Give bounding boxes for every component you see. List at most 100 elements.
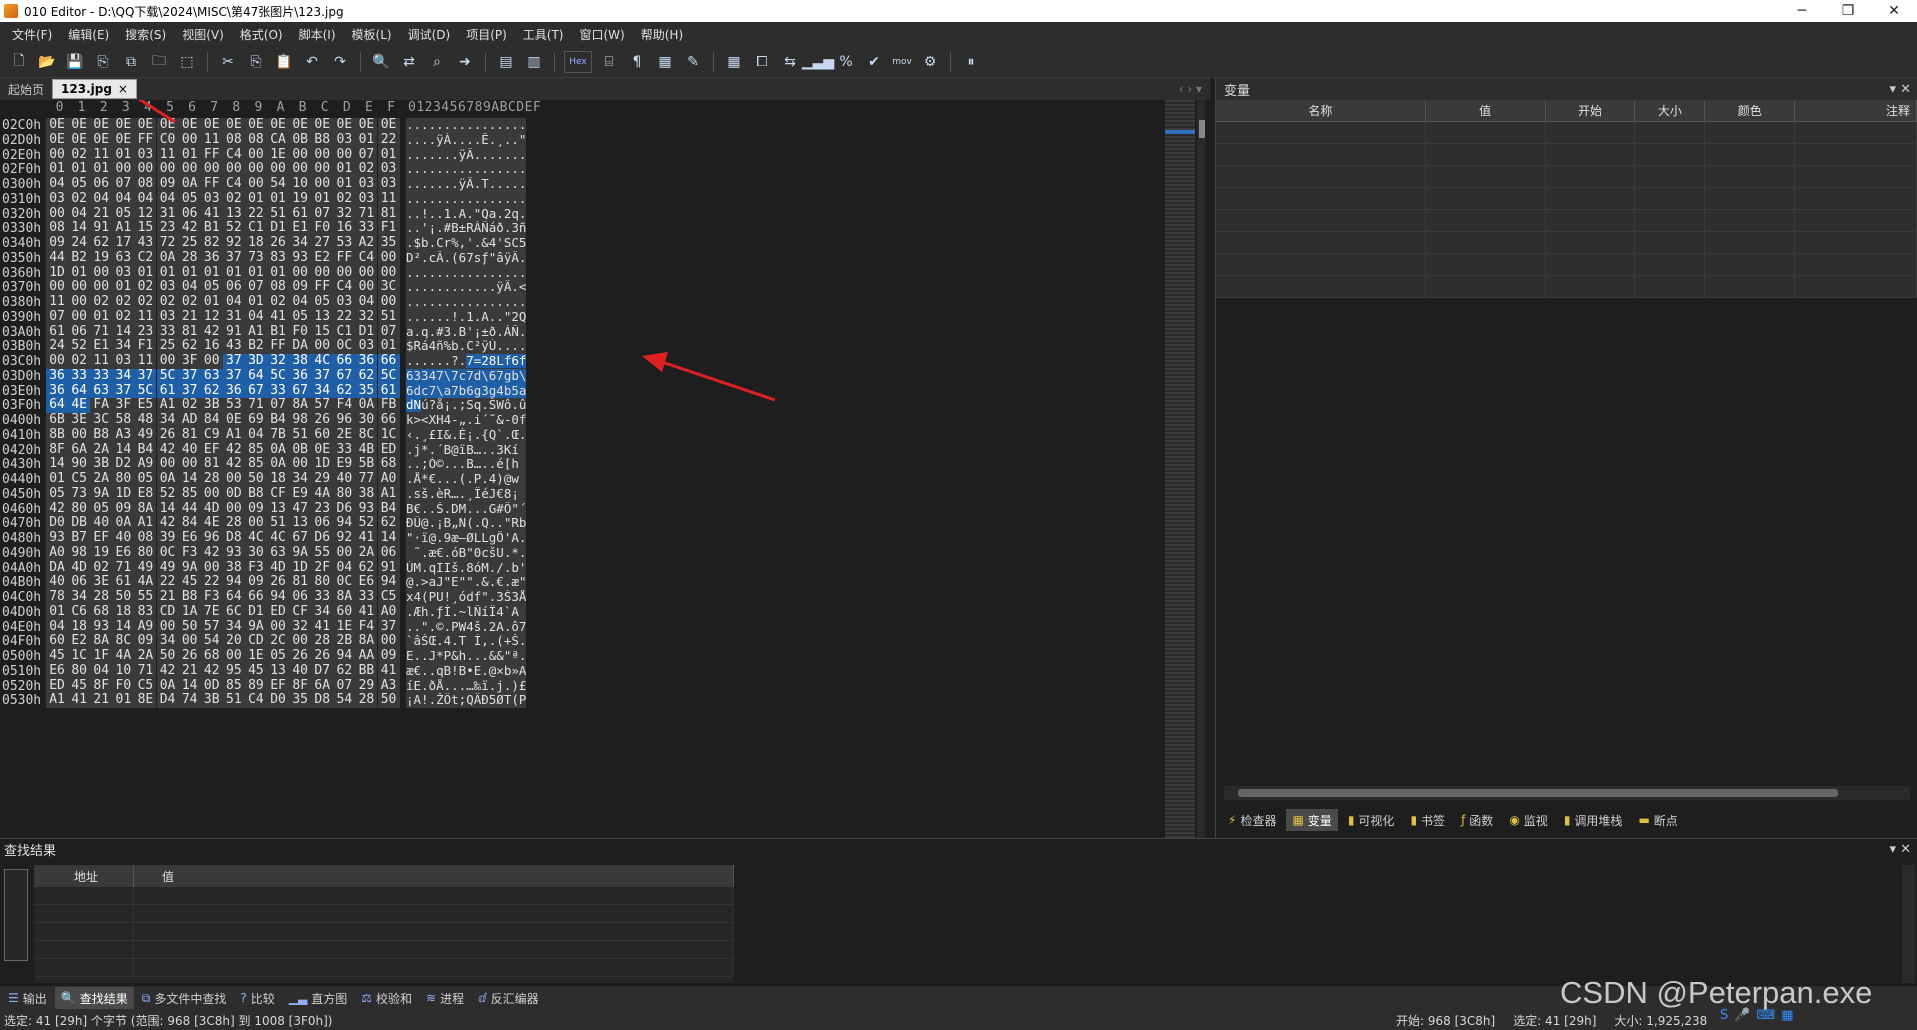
hex-byte[interactable]: 91 bbox=[222, 324, 245, 340]
save-as-icon[interactable]: ⎘ bbox=[92, 51, 114, 73]
hex-byte[interactable]: 42 bbox=[46, 501, 69, 517]
hex-byte[interactable]: 03 bbox=[377, 176, 400, 192]
hex-byte[interactable]: 01 bbox=[244, 265, 267, 281]
calculator-icon[interactable]: ▦ bbox=[723, 51, 745, 73]
hex-byte[interactable]: E2 bbox=[68, 633, 91, 649]
hex-byte[interactable]: 7B bbox=[267, 427, 290, 443]
hex-byte[interactable]: 11 bbox=[134, 309, 157, 325]
ascii-text[interactable]: @.>aJ"E"".&.€.æ" bbox=[406, 575, 526, 590]
hex-byte[interactable]: 68 bbox=[377, 456, 400, 472]
hex-byte[interactable]: E6 bbox=[178, 530, 201, 546]
hex-byte[interactable]: FA bbox=[90, 397, 113, 413]
hex-byte[interactable]: 35 bbox=[355, 383, 378, 399]
hex-byte[interactable]: 04 bbox=[46, 619, 69, 635]
hex-mode-button[interactable]: Hex bbox=[564, 50, 592, 73]
hex-byte[interactable]: 92 bbox=[333, 530, 356, 546]
hex-byte[interactable]: 38 bbox=[222, 560, 245, 576]
col-size[interactable]: 大小 bbox=[1635, 100, 1706, 121]
hex-byte[interactable]: 04 bbox=[134, 191, 157, 207]
menu-edit[interactable]: 编辑(E) bbox=[60, 26, 117, 43]
hex-byte[interactable]: 2A bbox=[134, 648, 157, 664]
hex-byte[interactable]: 00 bbox=[90, 279, 113, 295]
hex-byte[interactable]: 1A bbox=[178, 604, 201, 620]
hex-byte[interactable]: C4 bbox=[222, 176, 245, 192]
hex-byte[interactable]: 3D bbox=[244, 353, 267, 369]
hex-byte[interactable]: 09 bbox=[134, 633, 157, 649]
hex-byte[interactable]: 77 bbox=[355, 471, 378, 487]
hex-byte[interactable]: 00 bbox=[333, 545, 356, 561]
hex-byte[interactable]: 09 bbox=[46, 235, 69, 251]
hex-byte[interactable]: 6C bbox=[222, 604, 245, 620]
hex-byte[interactable]: 08 bbox=[267, 279, 290, 295]
hex-byte[interactable]: 40 bbox=[90, 515, 113, 531]
ascii-text[interactable]: .......ÿÄ.T..... bbox=[406, 177, 526, 192]
hex-byte[interactable]: 02 bbox=[178, 294, 201, 310]
hex-byte[interactable]: 00 bbox=[200, 486, 223, 502]
hex-byte[interactable]: 39 bbox=[156, 530, 179, 546]
ascii-text[interactable]: ÐÛ@.¡B„N(.Q.."Rb bbox=[406, 516, 526, 531]
hex-byte[interactable]: 89 bbox=[244, 678, 267, 694]
hex-byte[interactable]: 1D bbox=[46, 265, 69, 281]
hex-byte[interactable]: 42 bbox=[156, 442, 179, 458]
hex-byte[interactable]: B8 bbox=[244, 486, 267, 502]
hex-byte[interactable]: A9 bbox=[134, 456, 157, 472]
hex-byte[interactable]: 09 bbox=[377, 648, 400, 664]
hex-byte[interactable]: A1 bbox=[156, 397, 179, 413]
ascii-text[interactable]: ......?.7=28Lf6f bbox=[406, 354, 526, 369]
hex-byte[interactable]: C4 bbox=[244, 692, 267, 708]
menu-format[interactable]: 格式(O) bbox=[232, 26, 291, 43]
hex-byte[interactable]: 0E bbox=[267, 117, 290, 133]
hex-byte[interactable]: 7E bbox=[200, 604, 223, 620]
hex-byte[interactable]: 54 bbox=[333, 692, 356, 708]
hex-byte[interactable]: 57 bbox=[200, 619, 223, 635]
ascii-text[interactable]: ............ÿÄ.< bbox=[406, 280, 526, 295]
hex-byte[interactable]: 02 bbox=[267, 294, 290, 310]
scrollbar-thumb[interactable] bbox=[1238, 789, 1838, 797]
save-all-icon[interactable]: ⧉ bbox=[120, 51, 142, 73]
minimize-button[interactable]: ─ bbox=[1779, 0, 1825, 22]
variables-tab[interactable]: ƒ 函数 bbox=[1455, 809, 1499, 831]
ascii-text[interactable]: D².cÂ.(67sƒ"âÿÄ. bbox=[406, 250, 526, 266]
hex-byte[interactable]: 05 bbox=[311, 294, 334, 310]
hex-byte[interactable]: 44 bbox=[178, 501, 201, 517]
hex-byte[interactable]: A1 bbox=[112, 220, 135, 236]
hex-byte[interactable]: 11 bbox=[156, 147, 179, 163]
hex-byte[interactable]: 0A bbox=[112, 515, 135, 531]
hex-byte[interactable]: 16 bbox=[200, 338, 223, 354]
hex-byte[interactable]: 01 bbox=[200, 294, 223, 310]
hex-byte[interactable]: 00 bbox=[178, 132, 201, 148]
hex-byte[interactable]: 61 bbox=[156, 383, 179, 399]
hex-byte[interactable]: 96 bbox=[333, 412, 356, 428]
hex-byte[interactable]: 19 bbox=[90, 250, 113, 266]
hex-byte[interactable]: 0E bbox=[355, 117, 378, 133]
hex-byte[interactable]: C9 bbox=[200, 427, 223, 443]
hex-byte[interactable]: 94 bbox=[267, 589, 290, 605]
hex-byte[interactable]: 00 bbox=[68, 427, 91, 443]
menu-view[interactable]: 视图(V) bbox=[174, 26, 232, 43]
hex-byte[interactable]: 8C bbox=[112, 633, 135, 649]
hex-byte[interactable]: 11 bbox=[134, 353, 157, 369]
hex-byte[interactable]: 62 bbox=[355, 368, 378, 384]
hex-byte[interactable]: 0B bbox=[289, 132, 312, 148]
hex-byte[interactable]: 14 bbox=[156, 501, 179, 517]
hex-byte[interactable]: E9 bbox=[289, 486, 312, 502]
hex-byte[interactable]: 36 bbox=[200, 250, 223, 266]
hex-byte[interactable]: 80 bbox=[112, 471, 135, 487]
hex-byte[interactable]: 1C bbox=[377, 427, 400, 443]
hex-byte[interactable]: D2 bbox=[112, 456, 135, 472]
hex-byte[interactable]: 00 bbox=[222, 161, 245, 177]
hex-byte[interactable]: 04 bbox=[68, 206, 91, 222]
hex-byte[interactable]: 93 bbox=[355, 501, 378, 517]
copy-icon[interactable]: ⎘ bbox=[245, 51, 267, 73]
col-color[interactable]: 颜色 bbox=[1705, 100, 1796, 121]
hex-byte[interactable]: 00 bbox=[68, 294, 91, 310]
hex-byte[interactable]: 37 bbox=[134, 368, 157, 384]
hex-byte[interactable]: EF bbox=[267, 678, 290, 694]
hex-byte[interactable]: 62 bbox=[90, 235, 113, 251]
hex-byte[interactable]: 02 bbox=[178, 397, 201, 413]
hex-byte[interactable]: 69 bbox=[244, 412, 267, 428]
hex-byte[interactable]: 03 bbox=[333, 132, 356, 148]
hex-byte[interactable]: 01 bbox=[267, 191, 290, 207]
hex-byte[interactable]: 37 bbox=[178, 368, 201, 384]
hex-byte[interactable]: 0A bbox=[267, 442, 290, 458]
